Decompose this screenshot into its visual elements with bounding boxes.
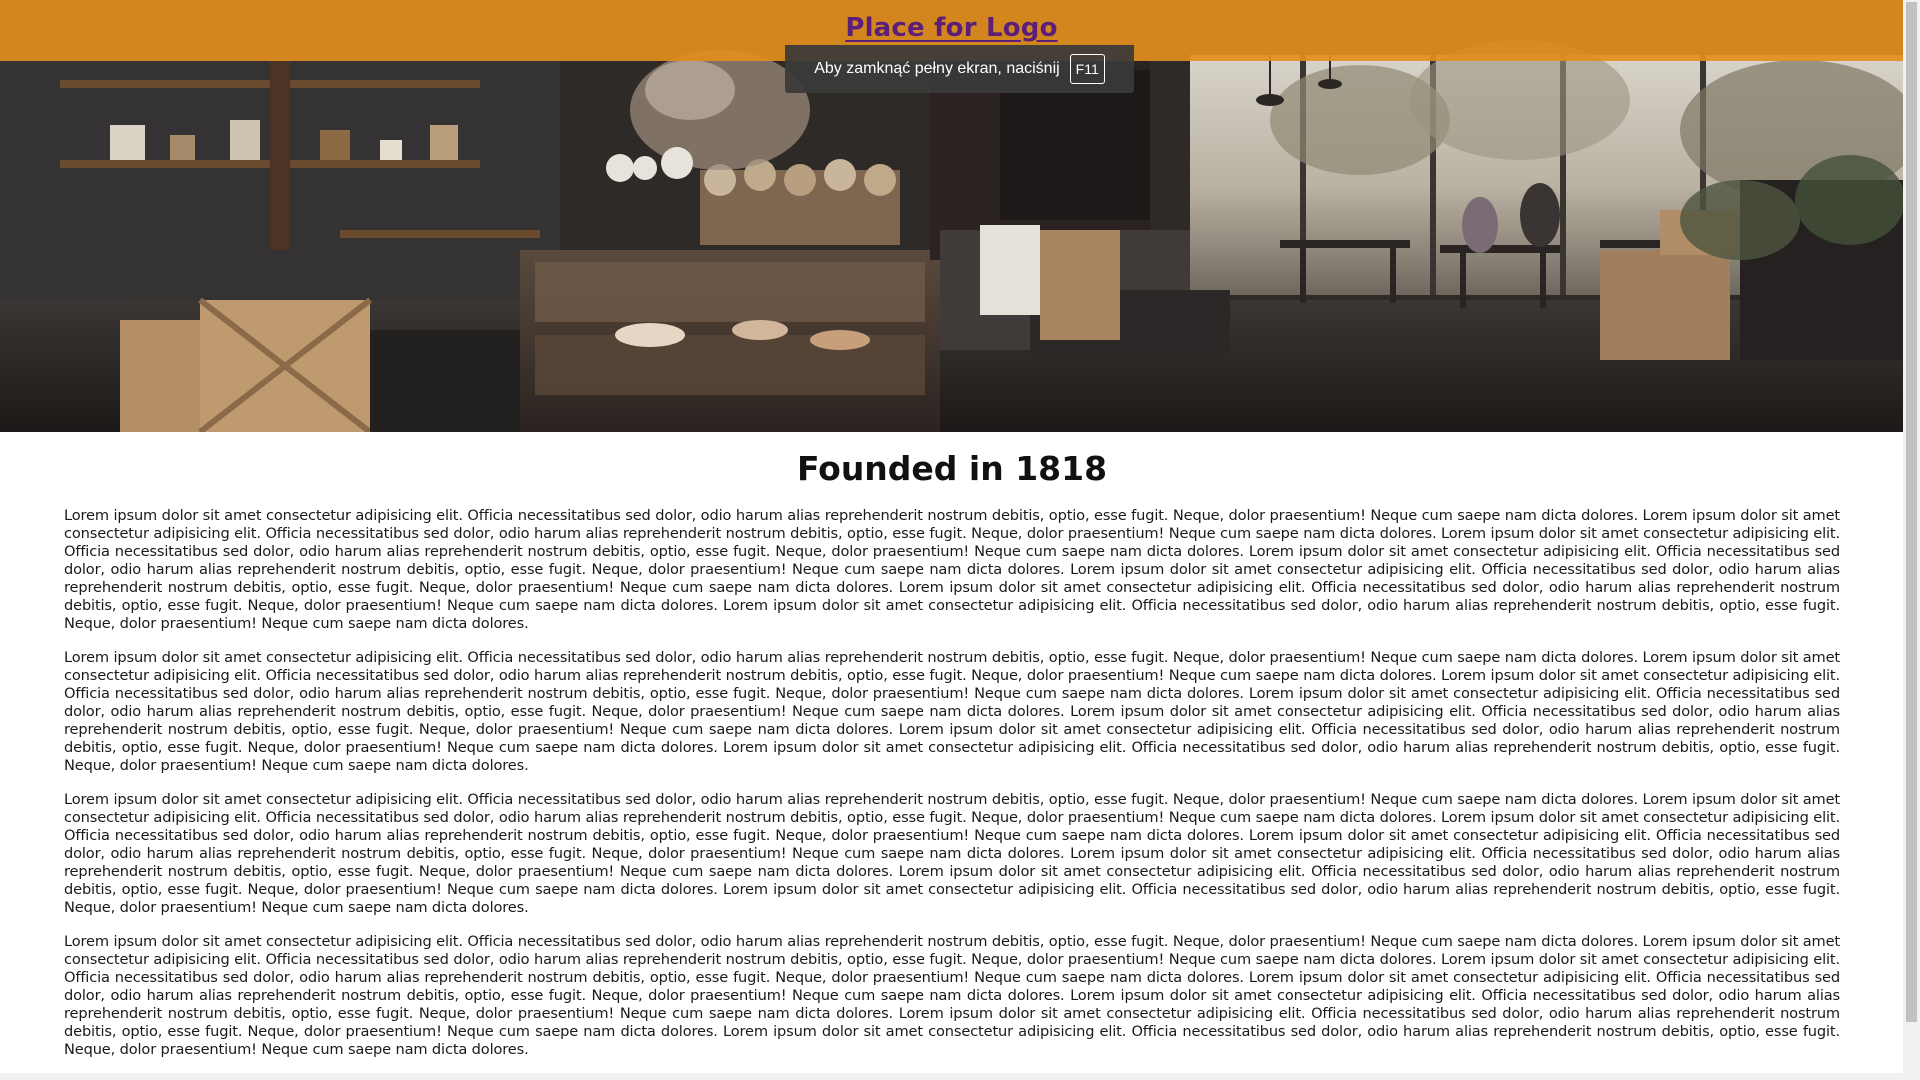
fullscreen-exit-notice: Aby zamknąć pełny ekran, naciśnij F11 xyxy=(785,45,1134,93)
vertical-scrollbar[interactable] xyxy=(1903,0,1920,1080)
page-title: Founded in 1818 xyxy=(796,449,1108,488)
paragraph-2: Lorem ipsum dolor sit amet consectetur a… xyxy=(64,649,1840,774)
f11-key-hint: F11 xyxy=(1069,54,1105,84)
horizontal-scroll-track xyxy=(0,1073,1903,1080)
paragraph-3: Lorem ipsum dolor sit amet consectetur a… xyxy=(64,791,1840,916)
paragraph-4: Lorem ipsum dolor sit amet consectetur a… xyxy=(64,933,1840,1058)
main-content: Founded in 1818 Lorem ipsum dolor sit am… xyxy=(64,432,1840,1075)
scrollbar-thumb[interactable] xyxy=(1906,2,1917,1022)
logo-link[interactable]: Place for Logo xyxy=(0,13,1903,43)
paragraph-1: Lorem ipsum dolor sit amet consectetur a… xyxy=(64,507,1840,632)
fullscreen-exit-message: Aby zamknąć pełny ekran, naciśnij xyxy=(814,60,1060,77)
page: Place for Logo Aby zamknąć pełny ekran, … xyxy=(0,0,1903,1080)
